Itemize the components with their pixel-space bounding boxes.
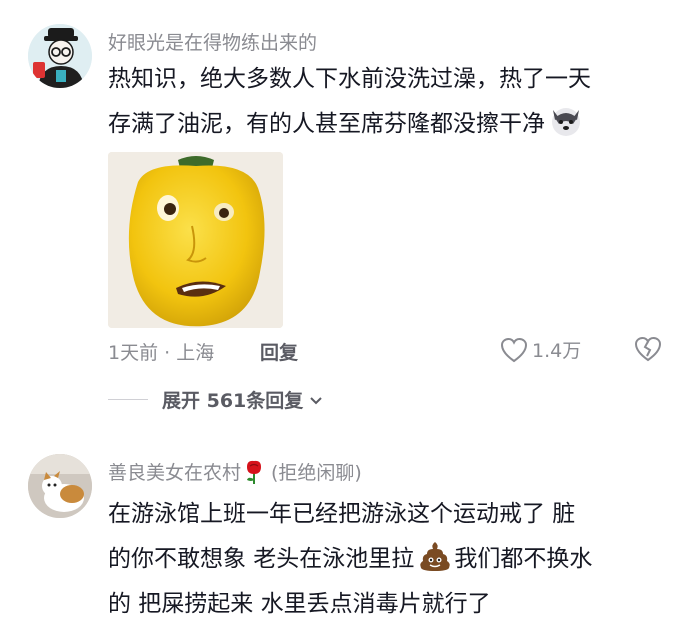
broken-heart-icon bbox=[634, 336, 662, 362]
expand-replies-label: 展开 561条回复 bbox=[162, 390, 304, 412]
comment-text: 在游泳馆上班一年已经把游泳这个运动戒了 脏 的你不敢想象 老头在泳池里拉 我们都… bbox=[108, 492, 592, 623]
expand-replies-button[interactable]: 展开 561条回复 bbox=[108, 386, 325, 413]
comment-text-line: 的你不敢想象 老头在泳池里拉 我们都不换水 bbox=[108, 537, 592, 582]
avatar[interactable] bbox=[28, 454, 92, 518]
comment-text-segment: 的你不敢想象 老头在泳池里拉 bbox=[108, 546, 415, 572]
heart-icon bbox=[500, 337, 528, 362]
poop-emoji-icon bbox=[418, 539, 452, 573]
comment-text-segment: 存满了油泥，有的人甚至席芬隆都没擦干净 bbox=[108, 111, 545, 137]
comment-text-line: 存满了油泥，有的人甚至席芬隆都没擦干净 bbox=[108, 102, 591, 147]
comment-item: 善良美女在农村 (拒绝闲聊) 在游泳馆上班一年已经把游泳这个运动戒了 脏 的你不… bbox=[0, 440, 690, 623]
comment-text-line: 热知识，绝大多数人下水前没洗过澡，热了一天 bbox=[108, 66, 591, 92]
like-count: 1.4万 bbox=[532, 340, 582, 362]
avatar-illustration-icon bbox=[28, 24, 92, 88]
timestamp-location: 1天前 · 上海 bbox=[108, 342, 215, 364]
pepper-face-meme-icon bbox=[108, 152, 283, 328]
comment-text-line: 在游泳馆上班一年已经把游泳这个运动戒了 脏 bbox=[108, 501, 576, 527]
username-row: 善良美女在农村 (拒绝闲聊) bbox=[108, 458, 362, 485]
cat-avatar-icon bbox=[28, 454, 92, 518]
like-button[interactable]: 1.4万 bbox=[500, 336, 581, 363]
comment-text-line: 的 把屎捞起来 水里丢点消毒片就行了 bbox=[108, 591, 491, 617]
username[interactable]: 善良美女在农村 bbox=[108, 458, 241, 485]
username[interactable]: 好眼光是在得物练出来的 bbox=[108, 28, 317, 55]
rose-emoji-icon bbox=[247, 460, 262, 484]
comment-image[interactable] bbox=[108, 152, 283, 328]
reply-button[interactable]: 回复 bbox=[260, 338, 298, 365]
chevron-down-icon bbox=[310, 396, 322, 404]
avatar[interactable] bbox=[28, 24, 92, 88]
comment-text-segment: 我们都不换水 bbox=[454, 546, 593, 572]
comment-text: 热知识，绝大多数人下水前没洗过澡，热了一天 存满了油泥，有的人甚至席芬隆都没擦干… bbox=[108, 57, 591, 147]
divider-line bbox=[108, 399, 148, 400]
dislike-button[interactable] bbox=[634, 336, 662, 366]
husky-dog-emoji-icon bbox=[549, 104, 583, 138]
comment-item: 好眼光是在得物练出来的 热知识，绝大多数人下水前没洗过澡，热了一天 存满了油泥，… bbox=[0, 0, 690, 420]
username-suffix: (拒绝闲聊) bbox=[271, 462, 362, 484]
